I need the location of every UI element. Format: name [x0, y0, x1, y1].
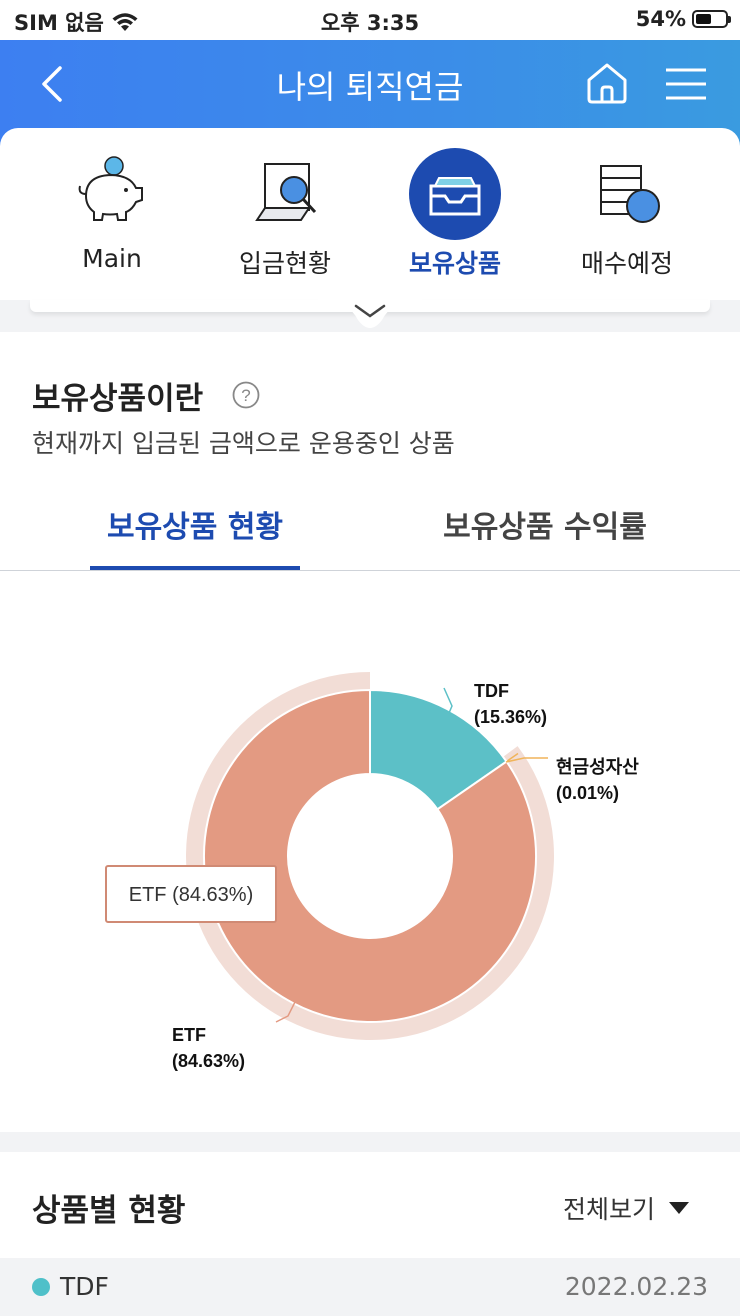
slice-name-label: 현금성자산 [556, 757, 639, 777]
clock-text: 오후 3:35 [320, 11, 420, 35]
product-name: TDF [60, 1272, 109, 1301]
svg-text:?: ? [241, 386, 250, 405]
nav-label-holdings: 보유상품 [408, 249, 501, 278]
inbox-tray-icon [409, 148, 501, 240]
section-divider [0, 1132, 740, 1152]
product-date: 2022.02.23 [564, 1272, 708, 1301]
nav-item-purchase[interactable]: 매수예정 [552, 148, 702, 298]
magnifier-document-icon [255, 163, 317, 221]
slice-name-label: TDF [474, 681, 509, 701]
view-all-label: 전체보기 [563, 1195, 656, 1224]
nav-label-deposits: 입금현황 [238, 249, 331, 278]
table-row[interactable]: TDF 2022.02.23 [0, 1258, 740, 1316]
tab-holdings-returns[interactable]: 보유상품 수익률 [420, 502, 670, 546]
status-bar: SIM 없음 오후 3:35 54% [0, 0, 740, 40]
battery-icon [692, 10, 731, 28]
tab-holdings-status[interactable]: 보유상품 현황 [90, 502, 300, 546]
chevron-down-icon[interactable] [318, 292, 422, 332]
nav-label-main: Main [82, 244, 142, 273]
battery-level [696, 14, 712, 24]
home-icon[interactable] [584, 60, 630, 106]
nav-label-purchase: 매수예정 [580, 249, 673, 278]
tab-divider [0, 570, 740, 571]
nav-item-main[interactable]: Main [37, 148, 187, 298]
holdings-donut-chart: TDF (15.36%) 현금성자산 (0.01%) ETF (84.63%) ETF (8… [105, 672, 639, 1071]
stack-clock-icon [600, 165, 660, 223]
product-section-title: 상품별 현황 [32, 1193, 186, 1229]
nav-item-holdings[interactable]: 보유상품 [380, 148, 530, 298]
slice-value-label: (0.01%) [556, 783, 619, 803]
menu-icon[interactable] [664, 64, 708, 104]
help-icon[interactable]: ? [232, 381, 260, 409]
chart-tooltip-text: ETF (84.63%) [129, 884, 253, 906]
view-all-dropdown[interactable]: 전체보기 [563, 1190, 690, 1226]
nav-card: Main 입금현황 보유상품 매수예정 [0, 128, 740, 303]
piggy-bank-icon [78, 156, 143, 221]
nav-item-deposits[interactable]: 입금현황 [210, 148, 360, 298]
slice-value-label: (84.63%) [172, 1051, 245, 1071]
legend-dot [32, 1278, 50, 1296]
info-description: 현재까지 입금된 금액으로 운용중인 상품 [32, 429, 455, 458]
caret-down-icon [669, 1202, 690, 1214]
slice-value-label: (15.36%) [474, 707, 547, 727]
slice-name-label: ETF [172, 1025, 206, 1045]
battery-text: 54% [635, 7, 686, 31]
info-title: 보유상품이란 [32, 381, 204, 417]
status-right: 54% [635, 7, 731, 31]
